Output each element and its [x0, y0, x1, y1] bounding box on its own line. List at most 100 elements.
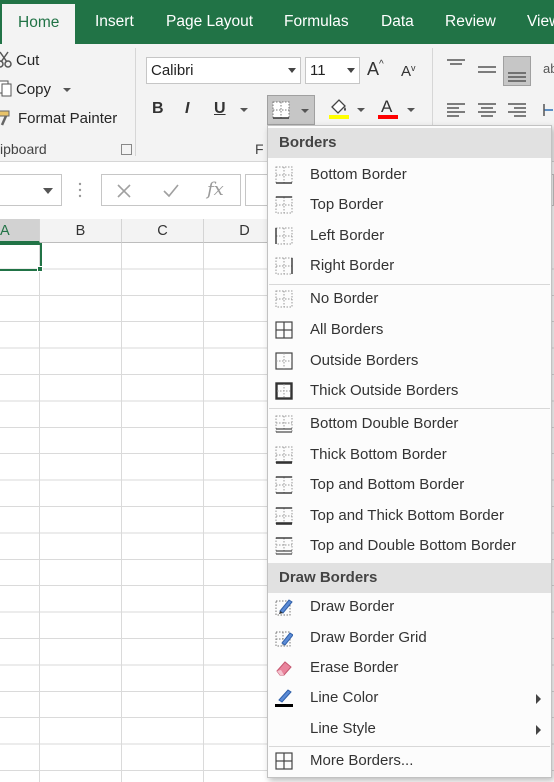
- ribbon-tab-bar: Home Insert Page Layout Formulas Data Re…: [0, 0, 554, 44]
- menu-item-bottom-double-border[interactable]: Bottom Double Border: [268, 409, 551, 439]
- column-header-label: B: [75, 223, 86, 239]
- middle-align-icon[interactable]: [477, 63, 497, 79]
- borders-button[interactable]: [267, 95, 315, 125]
- chevron-right-icon: [536, 694, 541, 704]
- menu-header-draw-borders: Draw Borders: [268, 563, 551, 593]
- increase-font-size-icon[interactable]: A^: [367, 59, 384, 80]
- thick-outside-borders-icon: [275, 382, 293, 400]
- align-left-icon[interactable]: [446, 102, 466, 118]
- active-cell[interactable]: [0, 243, 42, 271]
- chevron-down-icon[interactable]: [43, 188, 53, 194]
- menu-item-line-color[interactable]: Line Color: [268, 683, 551, 713]
- top-border-icon: [275, 196, 293, 214]
- format-painter-button[interactable]: Format Painter: [0, 109, 117, 127]
- drag-handle-icon[interactable]: [77, 181, 83, 199]
- font-size-select[interactable]: 11: [305, 57, 360, 84]
- font-name-select[interactable]: Calibri: [146, 57, 301, 84]
- font-size-value: 11: [310, 62, 326, 79]
- svg-text:ab: ab: [543, 61, 554, 76]
- bottom-align-button[interactable]: [503, 56, 531, 86]
- paintbrush-icon: [0, 110, 10, 126]
- decrease-font-size-icon[interactable]: Av: [401, 63, 416, 80]
- column-header-c[interactable]: C: [122, 219, 204, 243]
- menu-item-label: Erase Border: [310, 659, 399, 676]
- menu-item-top-and-thick-bottom-border[interactable]: Top and Thick Bottom Border: [268, 501, 551, 531]
- tab-insert[interactable]: Insert: [95, 0, 134, 44]
- menu-item-label: Right Border: [310, 257, 395, 274]
- tab-view[interactable]: View: [527, 0, 554, 44]
- scissors-icon: [0, 51, 12, 68]
- menu-item-thick-bottom-border[interactable]: Thick Bottom Border: [268, 440, 551, 470]
- font-color-icon[interactable]: A: [377, 96, 399, 120]
- menu-header-borders: Borders: [268, 128, 551, 158]
- copy-button[interactable]: Copy: [0, 80, 72, 98]
- svg-text:A: A: [381, 97, 393, 116]
- group-separator: [135, 48, 136, 156]
- align-right-icon[interactable]: [507, 102, 527, 118]
- tab-formulas[interactable]: Formulas: [284, 0, 349, 44]
- line-color-pencil-icon: [275, 689, 293, 707]
- indent-icon[interactable]: [543, 102, 554, 118]
- menu-item-erase-border[interactable]: Erase Border: [268, 653, 551, 683]
- chevron-down-icon[interactable]: [357, 108, 365, 112]
- menu-item-label: Line Style: [310, 720, 376, 737]
- menu-item-no-border[interactable]: No Border: [268, 284, 551, 314]
- menu-item-label: All Borders: [310, 321, 384, 338]
- chevron-down-icon[interactable]: [407, 108, 415, 112]
- menu-item-thick-outside-borders[interactable]: Thick Outside Borders: [268, 376, 551, 406]
- bold-button[interactable]: B: [152, 100, 164, 118]
- top-align-icon[interactable]: [446, 58, 466, 74]
- right-border-icon: [275, 257, 293, 275]
- italic-button[interactable]: I: [185, 100, 189, 118]
- menu-item-all-borders[interactable]: All Borders: [268, 315, 551, 345]
- menu-item-top-and-double-bottom-border[interactable]: Top and Double Bottom Border: [268, 531, 551, 561]
- tab-data[interactable]: Data: [381, 0, 414, 44]
- orientation-icon[interactable]: ab: [543, 59, 554, 77]
- formula-buttons: fx: [101, 174, 241, 206]
- align-center-icon[interactable]: [477, 102, 497, 118]
- tab-home[interactable]: Home: [2, 4, 76, 44]
- name-box[interactable]: [0, 174, 62, 206]
- chevron-down-icon: [301, 109, 309, 113]
- font-group-label: F: [255, 141, 264, 157]
- draw-border-grid-icon: [275, 631, 293, 647]
- menu-item-bottom-border[interactable]: Bottom Border: [268, 160, 551, 190]
- underline-button[interactable]: U: [214, 100, 226, 118]
- cancel-icon[interactable]: [116, 183, 132, 199]
- menu-item-left-border[interactable]: Left Border: [268, 221, 551, 251]
- menu-item-draw-border-grid[interactable]: Draw Border Grid: [268, 623, 551, 653]
- menu-item-right-border[interactable]: Right Border: [268, 251, 551, 281]
- cut-button[interactable]: Cut: [0, 51, 39, 69]
- chevron-down-icon: [347, 68, 355, 73]
- menu-item-draw-border[interactable]: Draw Border: [268, 592, 551, 622]
- menu-item-label: More Borders...: [310, 752, 414, 769]
- menu-item-label: No Border: [310, 290, 379, 307]
- menu-item-label: Outside Borders: [310, 352, 419, 369]
- menu-item-outside-borders[interactable]: Outside Borders: [268, 346, 551, 376]
- menu-item-line-style[interactable]: Line Style: [268, 714, 551, 744]
- borders-dropdown-menu: Borders Bottom Border Top Border Left Bo…: [267, 125, 552, 778]
- chevron-down-icon: [288, 68, 296, 73]
- fill-handle[interactable]: [37, 266, 43, 272]
- clipboard-group-label: ipboard: [0, 141, 47, 157]
- draw-border-pencil-icon: [275, 599, 293, 616]
- bottom-double-border-icon: [275, 415, 293, 433]
- menu-item-top-and-bottom-border[interactable]: Top and Bottom Border: [268, 470, 551, 500]
- chevron-down-icon[interactable]: [240, 108, 248, 112]
- insert-function-button[interactable]: fx: [207, 179, 224, 200]
- column-header-a[interactable]: A: [0, 219, 40, 243]
- menu-item-label: Left Border: [310, 227, 385, 244]
- left-border-icon: [275, 227, 293, 245]
- column-header-b[interactable]: B: [40, 219, 122, 243]
- menu-item-more-borders[interactable]: More Borders...: [268, 746, 551, 776]
- chevron-down-icon[interactable]: [63, 88, 72, 92]
- borders-icon: [272, 101, 290, 119]
- menu-item-top-border[interactable]: Top Border: [268, 190, 551, 220]
- tab-review[interactable]: Review: [445, 0, 496, 44]
- clipboard-dialog-launcher-icon[interactable]: [121, 144, 132, 155]
- tab-page-layout[interactable]: Page Layout: [166, 0, 253, 44]
- fill-color-icon[interactable]: [328, 96, 350, 120]
- enter-check-icon[interactable]: [162, 183, 180, 199]
- more-borders-icon: [275, 752, 293, 770]
- menu-item-label: Draw Border Grid: [310, 629, 427, 646]
